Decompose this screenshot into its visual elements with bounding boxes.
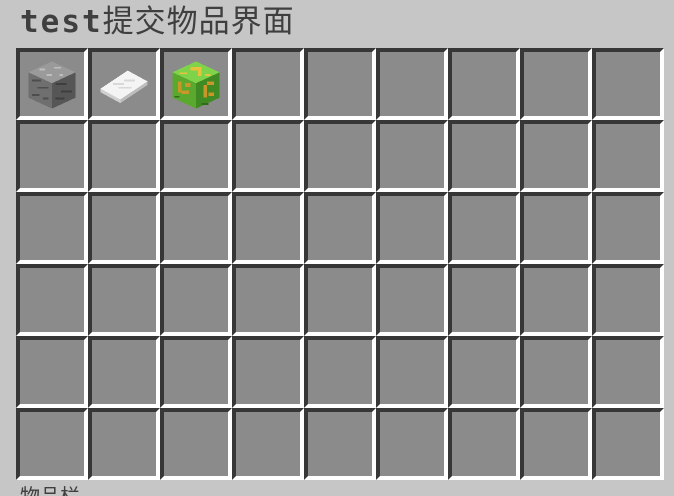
window-title-latin: test bbox=[20, 4, 103, 40]
inventory-slot-r6-c3[interactable] bbox=[160, 408, 232, 480]
inventory-slot-r1-c8[interactable] bbox=[520, 48, 592, 120]
inventory-slot-r5-c9[interactable] bbox=[592, 336, 664, 408]
inventory-slot-r5-c7[interactable] bbox=[448, 336, 520, 408]
inventory-slot-r6-c5[interactable] bbox=[304, 408, 376, 480]
inventory-slot-r5-c1[interactable] bbox=[16, 336, 88, 408]
inventory-slot-r6-c7[interactable] bbox=[448, 408, 520, 480]
inventory-slot-r5-c4[interactable] bbox=[232, 336, 304, 408]
inventory-slot-r4-c3[interactable] bbox=[160, 264, 232, 336]
inventory-slot-r1-c7[interactable] bbox=[448, 48, 520, 120]
inventory-slot-r4-c7[interactable] bbox=[448, 264, 520, 336]
inventory-slot-r1-c4[interactable] bbox=[232, 48, 304, 120]
inventory-slot-r1-c2[interactable] bbox=[88, 48, 160, 120]
inventory-slot-r2-c6[interactable] bbox=[376, 120, 448, 192]
inventory-slot-r4-c4[interactable] bbox=[232, 264, 304, 336]
inventory-slot-r6-c8[interactable] bbox=[520, 408, 592, 480]
inventory-slot-r5-c3[interactable] bbox=[160, 336, 232, 408]
inventory-slot-r5-c8[interactable] bbox=[520, 336, 592, 408]
ornate-green-block-icon[interactable] bbox=[167, 56, 225, 114]
inventory-slot-r4-c1[interactable] bbox=[16, 264, 88, 336]
inventory-slot-r2-c2[interactable] bbox=[88, 120, 160, 192]
inventory-slot-r2-c8[interactable] bbox=[520, 120, 592, 192]
inventory-slot-r4-c5[interactable] bbox=[304, 264, 376, 336]
inventory-slot-r3-c2[interactable] bbox=[88, 192, 160, 264]
inventory-slot-r3-c6[interactable] bbox=[376, 192, 448, 264]
paper-icon[interactable] bbox=[95, 56, 153, 114]
inventory-slot-r3-c7[interactable] bbox=[448, 192, 520, 264]
inventory-slot-r3-c8[interactable] bbox=[520, 192, 592, 264]
inventory-slot-r2-c5[interactable] bbox=[304, 120, 376, 192]
inventory-slot-r5-c2[interactable] bbox=[88, 336, 160, 408]
inventory-slot-r6-c6[interactable] bbox=[376, 408, 448, 480]
inventory-grid bbox=[16, 48, 664, 480]
inventory-slot-r4-c8[interactable] bbox=[520, 264, 592, 336]
inventory-slot-r6-c9[interactable] bbox=[592, 408, 664, 480]
inventory-slot-r6-c4[interactable] bbox=[232, 408, 304, 480]
inventory-slot-r2-c3[interactable] bbox=[160, 120, 232, 192]
inventory-slot-r4-c9[interactable] bbox=[592, 264, 664, 336]
inventory-slot-r1-c6[interactable] bbox=[376, 48, 448, 120]
inventory-slot-r3-c4[interactable] bbox=[232, 192, 304, 264]
inventory-slot-r5-c5[interactable] bbox=[304, 336, 376, 408]
inventory-slot-r3-c1[interactable] bbox=[16, 192, 88, 264]
inventory-slot-r4-c2[interactable] bbox=[88, 264, 160, 336]
window-title-cjk: 提交物品界面 bbox=[102, 4, 295, 40]
inventory-slot-r4-c6[interactable] bbox=[376, 264, 448, 336]
inventory-slot-r2-c9[interactable] bbox=[592, 120, 664, 192]
inventory-slot-r1-c5[interactable] bbox=[304, 48, 376, 120]
inventory-slot-r3-c3[interactable] bbox=[160, 192, 232, 264]
inventory-slot-r3-c9[interactable] bbox=[592, 192, 664, 264]
stone-block-icon[interactable] bbox=[23, 56, 81, 114]
inventory-slot-r2-c4[interactable] bbox=[232, 120, 304, 192]
inventory-slot-r1-c3[interactable] bbox=[160, 48, 232, 120]
submit-items-window: test提交物品界面 物品栏 bbox=[0, 0, 674, 496]
inventory-slot-r5-c6[interactable] bbox=[376, 336, 448, 408]
inventory-slot-r3-c5[interactable] bbox=[304, 192, 376, 264]
inventory-slot-r1-c9[interactable] bbox=[592, 48, 664, 120]
inventory-slot-r2-c1[interactable] bbox=[16, 120, 88, 192]
inventory-slot-r6-c2[interactable] bbox=[88, 408, 160, 480]
inventory-slot-r2-c7[interactable] bbox=[448, 120, 520, 192]
inventory-slot-r6-c1[interactable] bbox=[16, 408, 88, 480]
player-inventory-label: 物品栏 bbox=[20, 486, 80, 496]
window-title: test提交物品界面 bbox=[20, 2, 295, 42]
inventory-slot-r1-c1[interactable] bbox=[16, 48, 88, 120]
